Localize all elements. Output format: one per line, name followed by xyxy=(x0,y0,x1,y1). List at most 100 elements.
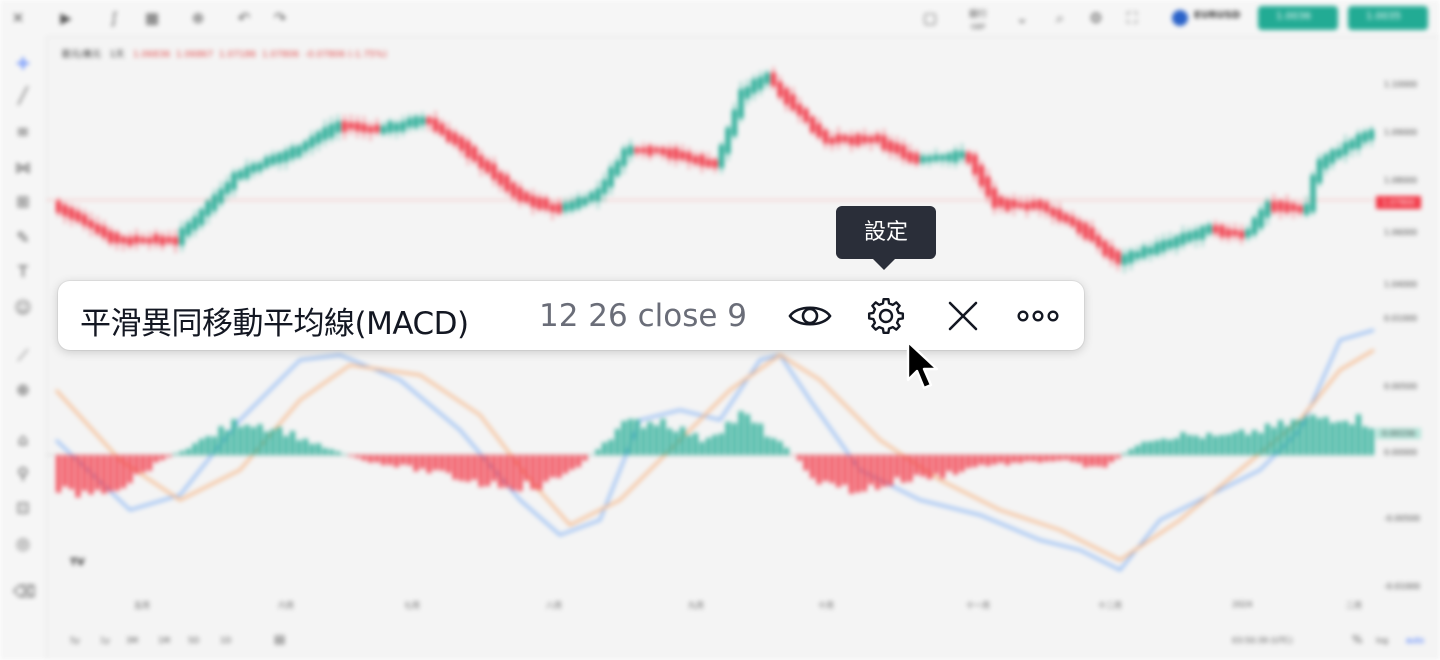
macd-histogram-bar xyxy=(1330,422,1335,455)
macd-histogram-bar xyxy=(855,455,861,493)
range-3m[interactable]: 3M xyxy=(126,636,138,645)
macd-tick: 0.00500 xyxy=(1384,382,1418,391)
candle-body xyxy=(335,121,341,133)
range-1m[interactable]: 1M xyxy=(158,636,170,645)
range-5y[interactable]: 5y xyxy=(70,636,80,645)
macd-histogram-bar xyxy=(147,455,152,471)
candle-body xyxy=(751,79,757,94)
macd-histogram-bar xyxy=(797,455,802,461)
macd-histogram-bar xyxy=(745,414,750,455)
time-tick: 十二月 xyxy=(1098,601,1122,610)
macd-histogram-bar xyxy=(1213,435,1218,455)
macd-histogram-bar xyxy=(634,419,640,455)
macd-histogram-bar xyxy=(836,455,841,488)
price-axis[interactable]: 1.10000 1.09000 1.08000 1.07800 1.06000 … xyxy=(1374,36,1440,606)
settings-button[interactable] xyxy=(863,293,909,339)
candle-body xyxy=(608,167,614,188)
candle-body xyxy=(758,76,763,90)
percent-icon[interactable]: % xyxy=(1352,633,1362,646)
indicator-title[interactable]: 平滑異同移動平均線(MACD) xyxy=(80,298,469,343)
macd-histogram-bar xyxy=(673,431,679,455)
candle-body xyxy=(1193,229,1199,240)
macd-histogram-bar xyxy=(1167,439,1173,455)
price-tick: 1.08000 xyxy=(1384,176,1418,185)
candle-body xyxy=(316,131,321,144)
macd-histogram-bar xyxy=(517,455,523,492)
macd-histogram-bar xyxy=(1265,423,1270,455)
candle-body xyxy=(881,135,887,150)
candle-body xyxy=(959,150,965,159)
candle-body xyxy=(1297,205,1303,213)
candle-body xyxy=(1031,201,1036,210)
candle-body xyxy=(1213,225,1218,234)
candle-body xyxy=(1096,235,1101,248)
candle-body xyxy=(160,236,165,246)
macd-histogram-bar xyxy=(1089,455,1095,467)
candle-body xyxy=(894,143,900,154)
macd-histogram-bar xyxy=(1063,455,1069,460)
candle-body xyxy=(615,160,620,176)
candle-body xyxy=(400,121,406,132)
candle-body xyxy=(121,236,126,244)
macd-histogram-bar xyxy=(647,422,653,455)
candle-body xyxy=(933,154,939,162)
candle-body xyxy=(1245,229,1251,238)
macd-histogram-bar xyxy=(907,455,913,482)
macd-histogram-bar xyxy=(777,441,783,455)
candle-body xyxy=(693,155,698,164)
candle-body xyxy=(153,234,159,244)
candle-body xyxy=(218,188,224,204)
range-5d[interactable]: 5D xyxy=(188,636,199,645)
calendar-icon[interactable]: ▤ xyxy=(274,632,285,646)
macd-histogram-bar xyxy=(1011,455,1017,463)
macd-histogram-bar xyxy=(498,455,503,488)
time-tick: 七月 xyxy=(404,601,420,610)
macd-histogram-bar xyxy=(615,428,620,455)
more-button[interactable] xyxy=(1015,293,1061,339)
candle-body xyxy=(992,188,997,208)
time-tick: 九月 xyxy=(688,601,704,610)
macd-histogram-bar xyxy=(998,455,1004,463)
macd-histogram-bar xyxy=(400,455,406,465)
macd-histogram-bar xyxy=(621,421,627,455)
candle-body xyxy=(127,237,133,246)
range-1y[interactable]: 1y xyxy=(100,636,110,645)
candle-body xyxy=(1161,240,1166,252)
bottom-bar: 5y 1y 3M 1M 5D 1D ▤ 03:50:39 (UTC) % log… xyxy=(46,624,1440,660)
macd-histogram-bar xyxy=(251,427,256,455)
macd-histogram-bar xyxy=(322,448,328,455)
macd-histogram-bar xyxy=(894,455,900,478)
macd-histogram-bar xyxy=(992,455,997,465)
candle-body xyxy=(238,170,243,180)
macd-histogram-bar xyxy=(420,455,425,469)
macd-histogram-bar xyxy=(933,455,939,474)
macd-histogram-bar xyxy=(595,449,601,455)
candle-body xyxy=(101,226,107,238)
candle-body xyxy=(1102,240,1108,257)
macd-histogram-bar xyxy=(686,435,692,455)
macd-histogram-bar xyxy=(173,453,178,455)
candle-body xyxy=(452,132,458,145)
candle-body xyxy=(407,117,412,128)
indicator-params[interactable]: 12 26 close 9 xyxy=(539,298,747,334)
auto-toggle[interactable]: auto xyxy=(1406,636,1424,645)
macd-histogram-bar xyxy=(1141,441,1147,455)
candle-body xyxy=(1044,202,1049,213)
macd-histogram-bar xyxy=(1057,455,1062,461)
macd-histogram-bar xyxy=(491,455,497,482)
macd-histogram-bar xyxy=(478,455,484,487)
candle-body xyxy=(888,140,893,153)
log-toggle[interactable]: log xyxy=(1376,636,1388,645)
range-1d[interactable]: 1D xyxy=(220,636,231,645)
macd-histogram-bar xyxy=(803,455,809,471)
remove-button[interactable] xyxy=(940,293,986,339)
candle-body xyxy=(543,198,549,210)
macd-histogram-bar xyxy=(524,455,529,481)
macd-histogram-bar xyxy=(667,428,672,455)
macd-histogram-bar xyxy=(764,436,770,455)
time-axis[interactable]: 五月 六月 七月 八月 九月 十月 十一月 十二月 2024 二月 xyxy=(46,596,1374,620)
candle-body xyxy=(147,237,152,244)
candle-body xyxy=(62,204,68,217)
candle-body xyxy=(875,134,880,143)
visibility-button[interactable] xyxy=(787,293,833,339)
